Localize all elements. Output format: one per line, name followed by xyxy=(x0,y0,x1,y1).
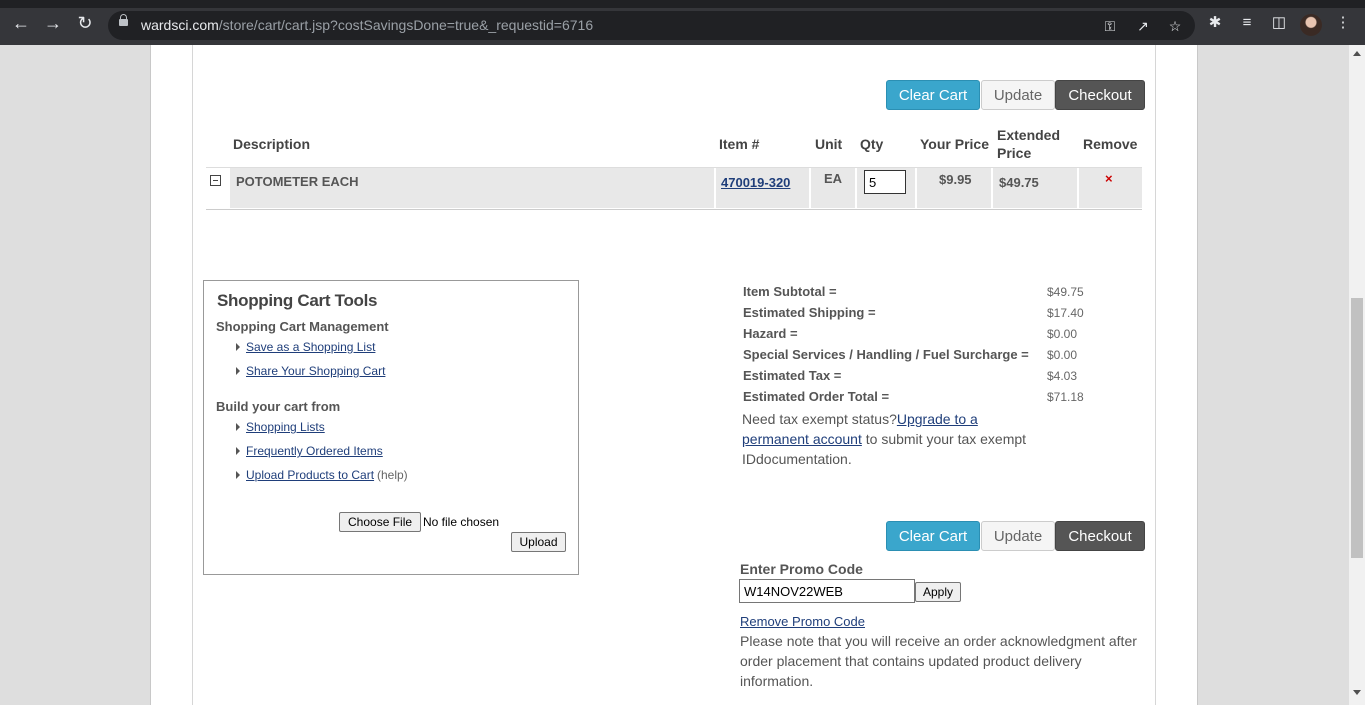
menu-kebab-icon[interactable]: ⋮ xyxy=(1334,14,1352,32)
item-extended-price: $49.75 xyxy=(999,175,1039,190)
header-remove: Remove xyxy=(1083,136,1138,152)
item-number-link[interactable]: 470019-320 xyxy=(721,175,790,190)
share-cart-link[interactable]: Share Your Shopping Cart xyxy=(246,364,385,378)
url-path: /store/cart/cart.jsp?costSavingsDone=tru… xyxy=(218,17,594,33)
upload-button[interactable]: Upload xyxy=(511,532,566,552)
subtotal-label: Item Subtotal = xyxy=(743,284,837,299)
qty-input[interactable] xyxy=(864,170,906,194)
shipping-value: $17.40 xyxy=(1047,306,1084,320)
item-your-price: $9.95 xyxy=(939,172,972,187)
content-border-left xyxy=(192,45,193,705)
remove-item-icon[interactable]: × xyxy=(1105,171,1113,186)
table-divider-bottom xyxy=(206,209,1142,210)
scroll-up-arrow-icon[interactable] xyxy=(1353,51,1361,56)
reading-list-icon[interactable]: ≡ xyxy=(1238,14,1256,32)
upload-products-link[interactable]: Upload Products to Cart xyxy=(246,468,374,482)
item-unit: EA xyxy=(824,171,843,186)
update-button-bottom[interactable]: Update xyxy=(981,521,1055,551)
lock-icon[interactable] xyxy=(119,14,128,26)
header-description: Description xyxy=(233,136,311,152)
share-icon[interactable]: ↗ xyxy=(1134,17,1152,35)
apply-promo-button[interactable]: Apply xyxy=(915,582,961,602)
cart-management-title: Shopping Cart Management xyxy=(216,319,389,334)
special-services-label: Special Services / Handling / Fuel Surch… xyxy=(743,347,1029,362)
subtotal-value: $49.75 xyxy=(1047,285,1084,299)
collapse-icon[interactable] xyxy=(210,175,221,186)
tax-note-prefix: Need tax exempt status? xyxy=(742,411,897,427)
clear-cart-button-top[interactable]: Clear Cart xyxy=(886,80,980,110)
special-services-value: $0.00 xyxy=(1047,348,1078,362)
side-panel-icon[interactable]: ◫ xyxy=(1270,14,1288,32)
header-qty: Qty xyxy=(860,136,884,152)
url-text[interactable]: wardsci.com/store/cart/cart.jsp?costSavi… xyxy=(141,17,593,33)
content-border-right xyxy=(1155,45,1156,705)
checkout-button-top[interactable]: Checkout xyxy=(1055,80,1145,110)
hazard-value: $0.00 xyxy=(1047,327,1078,341)
promo-code-input[interactable] xyxy=(739,579,915,603)
bullet-arrow-icon xyxy=(236,471,240,479)
no-file-chosen-text: No file chosen xyxy=(423,515,500,529)
bullet-arrow-icon xyxy=(236,343,240,351)
tax-label: Estimated Tax = xyxy=(743,368,842,383)
forward-icon[interactable]: → xyxy=(44,14,62,32)
shipping-label: Estimated Shipping = xyxy=(743,305,876,320)
extensions-icon[interactable]: ✱ xyxy=(1206,14,1224,32)
choose-file-button[interactable]: Choose File xyxy=(339,512,422,532)
order-acknowledgment-note: Please note that you will receive an ord… xyxy=(740,633,1137,689)
scroll-down-arrow-icon[interactable] xyxy=(1353,690,1361,695)
scrollbar-thumb[interactable] xyxy=(1351,298,1363,558)
bullet-arrow-icon xyxy=(236,447,240,455)
bookmark-star-icon[interactable]: ☆ xyxy=(1166,17,1184,35)
order-total-label: Estimated Order Total = xyxy=(743,389,890,404)
tax-exempt-note: Need tax exempt status?Upgrade to a perm… xyxy=(742,409,1042,469)
reload-icon[interactable]: ↻ xyxy=(76,14,94,32)
header-unit: Unit xyxy=(815,136,843,152)
clear-cart-button-bottom[interactable]: Clear Cart xyxy=(886,521,980,551)
build-cart-title: Build your cart from xyxy=(216,399,341,414)
tax-value: $4.03 xyxy=(1047,369,1078,383)
header-extended-price-line2: Price xyxy=(997,145,1032,161)
upload-help-link[interactable]: (help) xyxy=(377,468,408,482)
order-total-value: $71.18 xyxy=(1047,390,1084,404)
browser-toolbar: ← → ↻ wardsci.com/store/cart/cart.jsp?co… xyxy=(0,0,1365,45)
bullet-arrow-icon xyxy=(236,367,240,375)
shopping-lists-link[interactable]: Shopping Lists xyxy=(246,420,325,434)
header-extended-price-line1: Extended xyxy=(997,127,1061,143)
bullet-arrow-icon xyxy=(236,423,240,431)
address-bar[interactable]: wardsci.com/store/cart/cart.jsp?costSavi… xyxy=(108,11,1195,40)
item-description: POTOMETER EACH xyxy=(236,174,359,189)
key-icon[interactable]: ⚿ xyxy=(1101,17,1119,35)
header-your-price: Your Price xyxy=(920,136,989,152)
header-item-number: Item # xyxy=(719,136,760,152)
tab-strip xyxy=(0,0,1365,8)
frequent-items-link[interactable]: Frequently Ordered Items xyxy=(246,444,383,458)
update-button-top[interactable]: Update xyxy=(981,80,1055,110)
remove-promo-link[interactable]: Remove Promo Code xyxy=(740,614,865,629)
url-host: wardsci.com xyxy=(141,17,219,33)
save-shopping-list-link[interactable]: Save as a Shopping List xyxy=(246,340,375,354)
hazard-label: Hazard = xyxy=(743,326,798,341)
checkout-button-bottom[interactable]: Checkout xyxy=(1055,521,1145,551)
back-icon[interactable]: ← xyxy=(12,14,30,32)
promo-code-label: Enter Promo Code xyxy=(740,561,863,577)
tools-title: Shopping Cart Tools xyxy=(217,291,378,310)
profile-avatar[interactable] xyxy=(1300,14,1322,36)
